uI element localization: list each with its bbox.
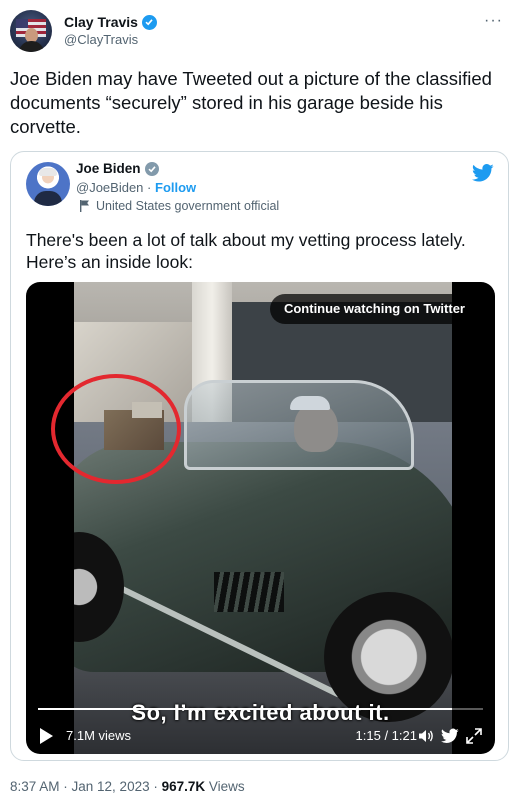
video-views: 7.1M views [66,728,132,743]
quoted-handle-row: @JoeBiden · Follow [76,180,196,195]
video-player[interactable]: Continue watching on Twitter So, I’m exc… [26,282,495,754]
author-name-row: Clay Travis [64,14,157,30]
play-icon[interactable] [40,728,53,744]
volume-icon[interactable] [417,727,435,745]
quoted-handle[interactable]: @JoeBiden [76,180,143,195]
follow-button[interactable]: Follow [155,180,196,195]
timestamp[interactable]: 8:37 AM · Jan 12, 2023 · [10,779,162,794]
quoted-name[interactable]: Joe Biden [76,161,141,176]
more-icon[interactable]: ··· [484,12,503,30]
video-time: 1:15 / 1:21 [355,728,417,743]
avatar[interactable] [10,10,52,52]
video-controls: 7.1M views 1:15 / 1:21 [26,718,495,754]
account-label: United States government official [80,199,279,213]
scene-driver-cap [290,396,330,410]
quoted-name-row: Joe Biden [76,161,159,176]
author-name[interactable]: Clay Travis [64,14,138,30]
quoted-avatar-suit [34,191,62,206]
quoted-text: There's been a lot of talk about my vett… [26,230,466,272]
views-count: 967.7K [161,779,206,794]
tweet-header: Clay Travis @ClayTravis ··· [10,10,509,52]
continue-watching-button[interactable]: Continue watching on Twitter [269,294,479,324]
verified-badge-icon [141,14,157,30]
tweet-text: Joe Biden may have Tweeted out a picture… [10,68,492,137]
views-label: Views [205,779,245,794]
quoted-avatar-hair [39,168,57,176]
quoted-avatar[interactable] [26,162,70,206]
handle-separator: · [147,180,152,195]
author-handle[interactable]: @ClayTravis [64,32,138,47]
highlight-circle [51,374,181,484]
scene-car-vent [214,572,284,612]
flag-icon [80,200,89,212]
tweet-meta: 8:37 AM · Jan 12, 2023 · 967.7K Views [10,779,245,794]
video-frame[interactable] [74,282,452,754]
avatar-body [19,41,44,52]
video-progress-fill [38,708,452,710]
account-label-text: United States government official [96,199,280,213]
twitter-bird-icon[interactable] [472,162,494,184]
expand-icon[interactable] [465,727,483,745]
quoted-tweet[interactable]: Joe Biden @JoeBiden · Follow United Stat… [10,151,509,761]
verified-badge-icon [144,161,159,176]
video-progress-bar[interactable] [38,708,483,710]
twitter-bird-icon[interactable] [441,727,459,745]
